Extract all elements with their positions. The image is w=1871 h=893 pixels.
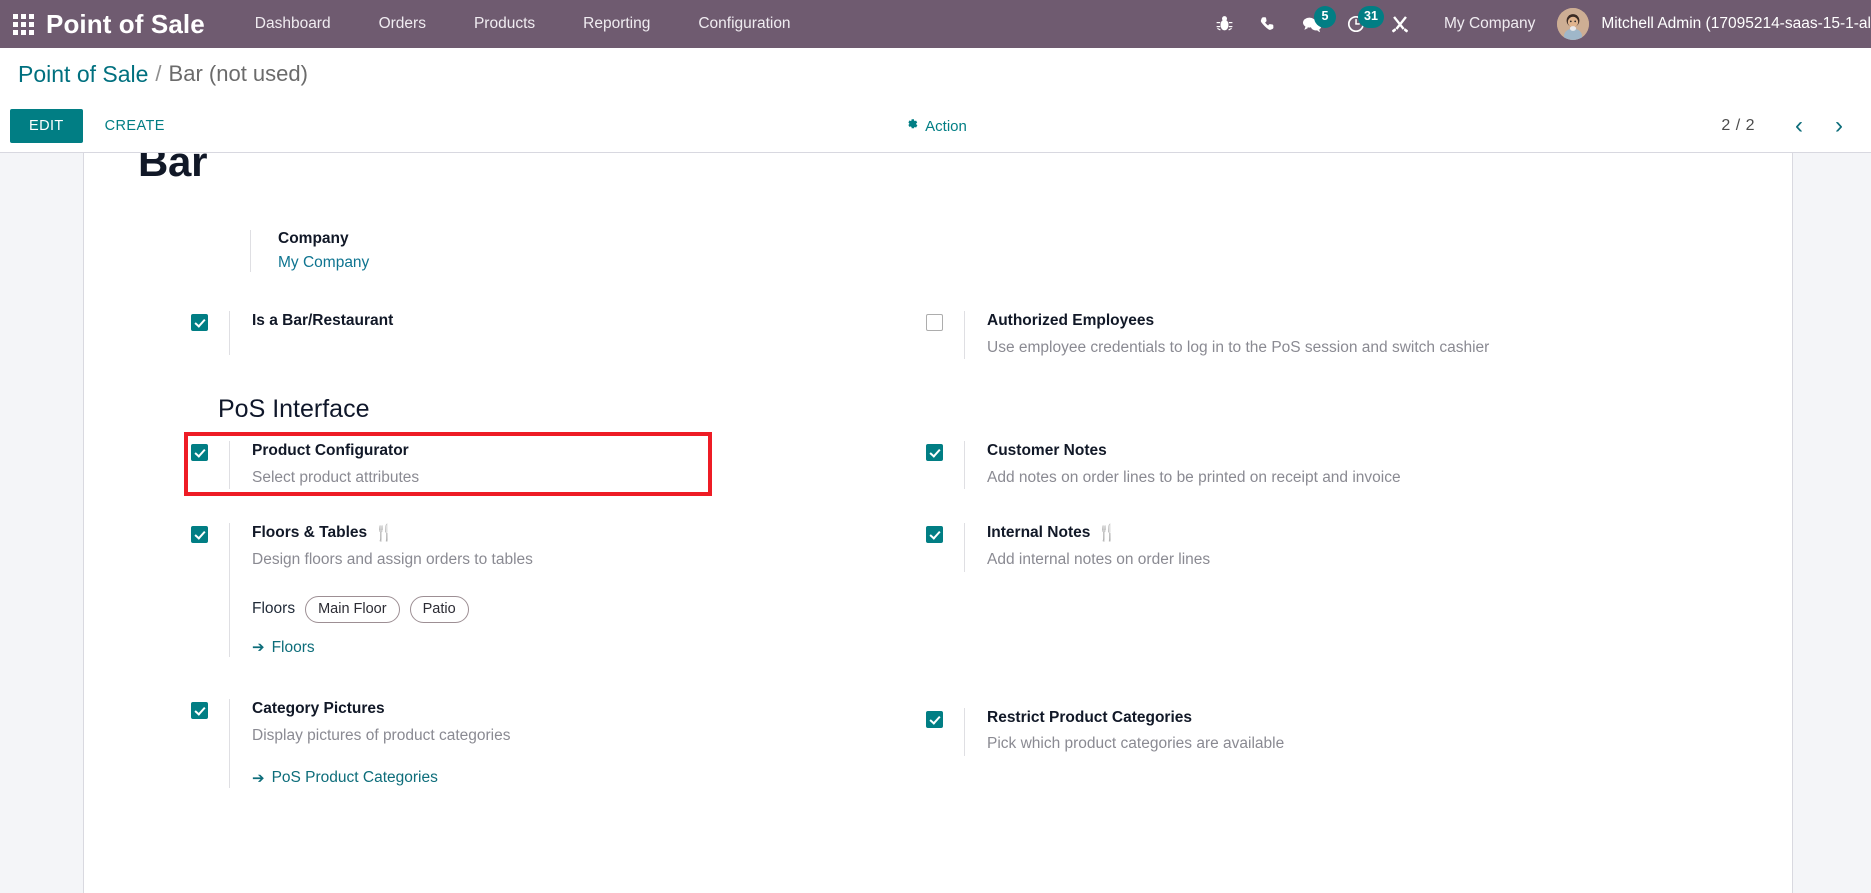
breadcrumb-root[interactable]: Point of Sale — [18, 61, 148, 88]
breadcrumb: Point of Sale / Bar (not used) — [0, 48, 1871, 100]
floors-subfield: Floors Main Floor Patio — [252, 595, 900, 623]
floors-internal-link[interactable]: ➔ Floors — [252, 639, 315, 657]
menu-item-configuration[interactable]: Configuration — [674, 0, 814, 48]
setting-help: Pick which product categories are availa… — [987, 735, 1285, 753]
page-body: Bar Company My Company Is a Bar/Restaura… — [0, 152, 1871, 893]
setting-title: Floors & Tables 🍴 — [252, 524, 395, 542]
floors-link-label: Floors — [271, 638, 315, 656]
setting-is-bar-restaurant[interactable]: Is a Bar/Restaurant — [191, 302, 900, 364]
breadcrumb-current: Bar (not used) — [168, 61, 308, 86]
user-menu[interactable]: Mitchell Admin (17095214-saas-15-1-al — [1553, 0, 1871, 48]
cutlery-icon: 🍴 — [1097, 524, 1118, 542]
customer-notes-checkbox[interactable] — [926, 444, 943, 462]
floor-tag-main-floor[interactable]: Main Floor — [305, 595, 400, 623]
category-pictures-checkbox[interactable] — [191, 702, 208, 720]
floors-and-tables-checkbox[interactable] — [191, 526, 208, 544]
bug-icon[interactable] — [1202, 0, 1246, 48]
setting-title: Is a Bar/Restaurant — [252, 312, 394, 329]
create-button[interactable]: CREATE — [89, 109, 181, 143]
floors-field-label: Floors — [252, 600, 296, 618]
tools-icon[interactable] — [1378, 0, 1422, 48]
app-brand-title[interactable]: Point of Sale — [46, 9, 231, 40]
menu-item-dashboard[interactable]: Dashboard — [231, 0, 355, 48]
setting-help: Add internal notes on order lines — [987, 551, 1211, 569]
section-heading-pos-interface: PoS Interface — [218, 395, 370, 424]
authorized-employees-checkbox[interactable] — [926, 314, 943, 331]
setting-title: Category Pictures — [252, 700, 385, 718]
pager-next-button[interactable]: › — [1821, 112, 1857, 140]
setting-title: Internal Notes 🍴 — [987, 524, 1118, 542]
setting-title: Restrict Product Categories — [987, 708, 1192, 726]
action-label: Action — [925, 117, 967, 135]
menu-item-products[interactable]: Products — [450, 0, 559, 48]
cutlery-icon: 🍴 — [374, 524, 395, 542]
messages-icon[interactable]: 5 — [1290, 0, 1337, 48]
setting-title: Authorized Employees — [987, 312, 1155, 329]
setting-body: Floors & Tables 🍴 Design floors and assi… — [229, 523, 900, 658]
setting-authorized-employees[interactable]: Authorized Employees Use employee creden… — [926, 302, 1772, 368]
pager-previous-button[interactable]: ‹ — [1781, 112, 1817, 140]
setting-body: Category Pictures Display pictures of pr… — [229, 699, 900, 788]
company-field-value[interactable]: My Company — [278, 254, 810, 272]
setting-internal-notes[interactable]: Internal Notes 🍴 Add internal notes on o… — [926, 514, 1772, 580]
setting-customer-notes[interactable]: Customer Notes Add notes on order lines … — [926, 432, 1772, 498]
user-name-label: Mitchell Admin (17095214-saas-15-1-al — [1601, 15, 1871, 32]
settings-group-general: Is a Bar/Restaurant Authorized Employees… — [111, 302, 1792, 368]
pos-product-categories-internal-link[interactable]: ➔ PoS Product Categories — [252, 769, 438, 787]
control-panel: EDIT CREATE Action 2 / 2 ‹ › — [0, 100, 1871, 152]
systray: 5 31 — [1202, 0, 1422, 48]
setting-help: Select product attributes — [252, 469, 420, 487]
top-navbar: Point of Sale Dashboard Orders Products … — [0, 0, 1871, 48]
setting-body: Product Configurator Select product attr… — [229, 441, 900, 490]
pager-count: 2 / 2 — [1721, 117, 1755, 134]
setting-help: Design floors and assign orders to table… — [252, 551, 533, 569]
record-title: Bar — [138, 153, 208, 177]
floor-tag-patio[interactable]: Patio — [409, 595, 469, 623]
avatar — [1557, 8, 1590, 40]
setting-restrict-product-categories[interactable]: Restrict Product Categories Pick which p… — [926, 699, 1772, 765]
arrow-right-icon: ➔ — [252, 639, 265, 657]
arrow-right-icon: ➔ — [252, 769, 265, 787]
main-menu: Dashboard Orders Products Reporting Conf… — [231, 0, 815, 48]
form-sheet: Bar Company My Company Is a Bar/Restaura… — [83, 153, 1793, 893]
setting-help: Use employee credentials to log in to th… — [987, 338, 1490, 356]
product-configurator-checkbox[interactable] — [191, 444, 208, 462]
setting-title: Product Configurator — [252, 442, 409, 460]
setting-product-configurator[interactable]: Product Configurator Select product attr… — [184, 432, 900, 498]
is-bar-restaurant-checkbox[interactable] — [191, 314, 208, 331]
setting-body: Internal Notes 🍴 Add internal notes on o… — [964, 523, 1772, 572]
phone-icon[interactable] — [1246, 0, 1290, 48]
setting-body: Is a Bar/Restaurant — [229, 311, 900, 355]
setting-help: Add notes on order lines to be printed o… — [987, 469, 1401, 487]
pager: 2 / 2 ‹ › — [1721, 112, 1859, 140]
restrict-product-categories-checkbox[interactable] — [926, 710, 943, 728]
company-field: Company My Company — [250, 230, 810, 272]
apps-grid-icon — [12, 13, 34, 35]
edit-button[interactable]: EDIT — [10, 109, 83, 143]
setting-category-pictures[interactable]: Category Pictures Display pictures of pr… — [191, 690, 900, 797]
setting-help: Display pictures of product categories — [252, 727, 511, 745]
company-switcher[interactable]: My Company — [1422, 0, 1553, 48]
company-field-label: Company — [278, 230, 349, 247]
action-menu-button[interactable]: Action — [904, 117, 967, 135]
setting-floors-and-tables[interactable]: Floors & Tables 🍴 Design floors and assi… — [191, 514, 900, 666]
breadcrumb-separator: / — [155, 61, 162, 86]
pos-product-categories-link-label: PoS Product Categories — [271, 769, 438, 787]
apps-menu-button[interactable] — [0, 0, 46, 48]
internal-notes-checkbox[interactable] — [926, 526, 943, 544]
menu-item-reporting[interactable]: Reporting — [559, 0, 674, 48]
setting-title: Customer Notes — [987, 442, 1107, 460]
setting-body: Restrict Product Categories Pick which p… — [964, 707, 1772, 756]
gear-icon — [904, 117, 918, 135]
menu-item-orders[interactable]: Orders — [355, 0, 450, 48]
activities-clock-icon[interactable]: 31 — [1334, 0, 1384, 48]
messages-badge: 5 — [1314, 6, 1337, 28]
settings-group-pos-interface: Product Configurator Select product attr… — [111, 432, 1792, 797]
setting-body: Authorized Employees Use employee creden… — [964, 311, 1772, 360]
setting-body: Customer Notes Add notes on order lines … — [964, 441, 1772, 490]
